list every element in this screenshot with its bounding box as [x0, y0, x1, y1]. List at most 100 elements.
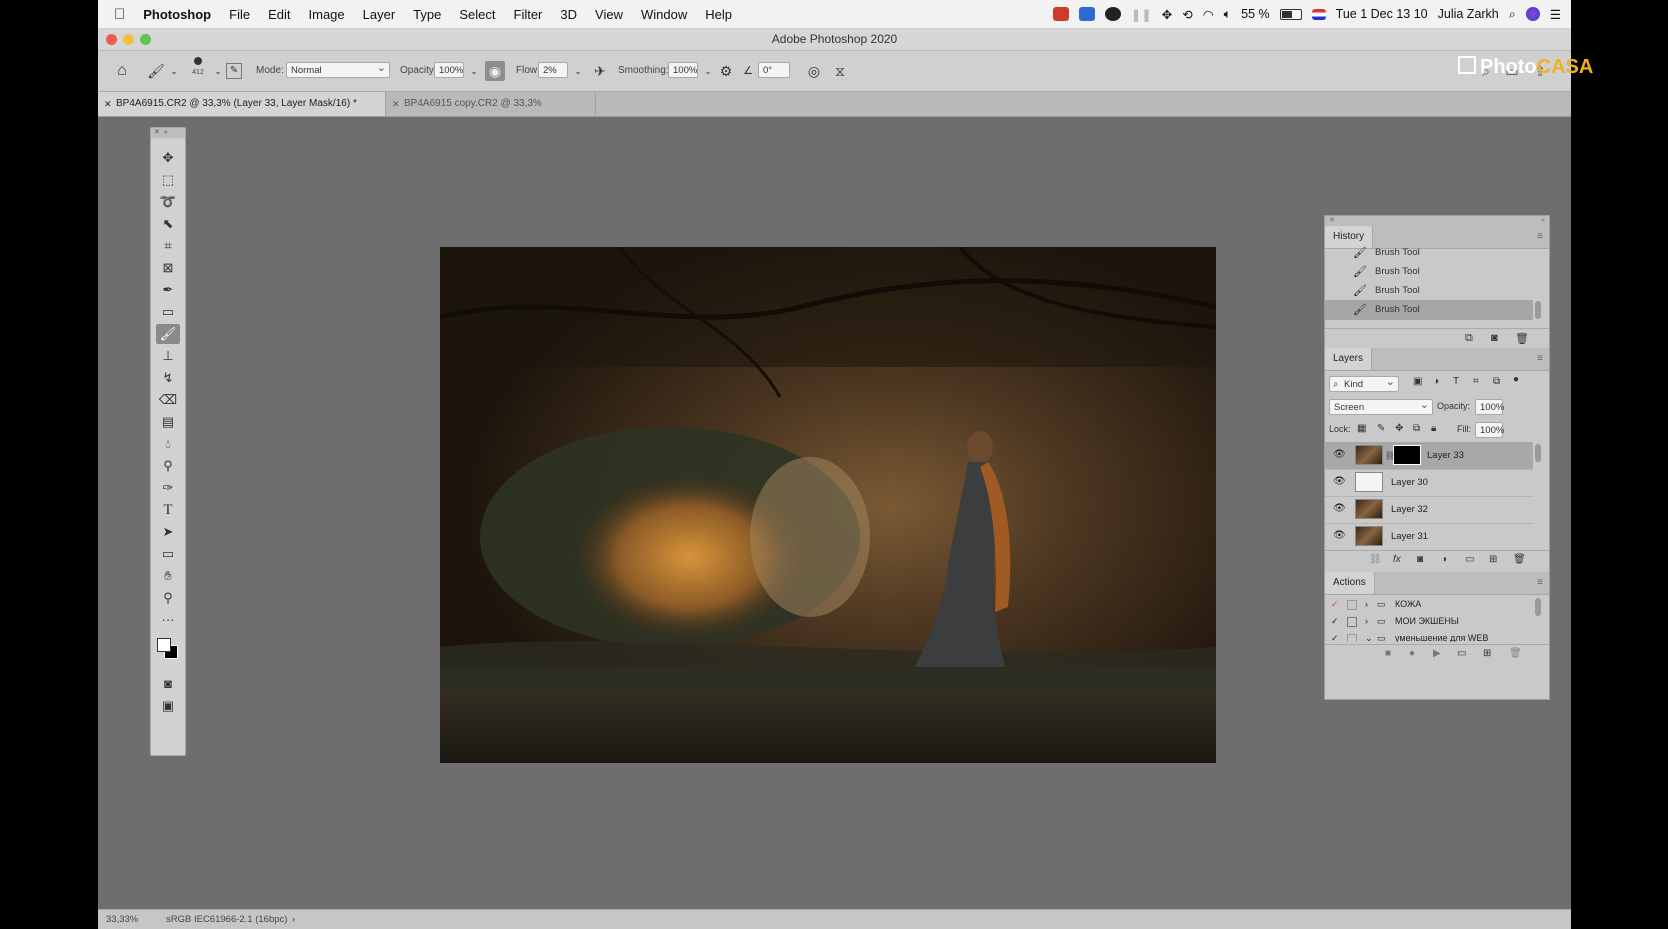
frame-tool-icon[interactable]: ⊠: [156, 258, 180, 278]
chevron-down-icon[interactable]: ⌄: [698, 61, 718, 81]
crop-tool-icon[interactable]: ⌗: [156, 236, 180, 256]
spotlight-search-icon[interactable]: ⌕: [1509, 7, 1516, 22]
zoom-level[interactable]: 33,33%: [106, 910, 138, 929]
close-tab-icon[interactable]: ✕: [392, 92, 400, 116]
stop-icon[interactable]: ■: [1385, 648, 1391, 659]
tab-actions[interactable]: Actions: [1325, 572, 1375, 594]
pressure-size-icon[interactable]: ◎: [804, 61, 824, 81]
gradient-tool-icon[interactable]: ▤: [156, 412, 180, 432]
tools-panel-header[interactable]: ✕ »: [151, 128, 185, 138]
screen-mode-icon[interactable]: ▣: [156, 696, 180, 716]
dodge-tool-icon[interactable]: ⚲: [156, 456, 180, 476]
history-item[interactable]: 🖌︎ Brush Tool: [1325, 281, 1533, 301]
action-set-row[interactable]: ✓ ⌄ ▭ уменьшение для WEB: [1325, 630, 1533, 642]
chevron-right-icon[interactable]: ›: [292, 910, 295, 929]
trash-icon[interactable]: 🗑︎: [1515, 332, 1529, 345]
lock-transparent-icon[interactable]: ▦: [1357, 423, 1366, 434]
status-app-icon[interactable]: [1052, 7, 1069, 21]
chevron-down-icon[interactable]: ⌄: [208, 61, 228, 81]
status-target-icon[interactable]: ✥: [1162, 7, 1172, 22]
more-tools-icon[interactable]: ···: [156, 610, 180, 630]
quick-select-tool-icon[interactable]: ⬉: [156, 214, 180, 234]
filter-pixel-icon[interactable]: ▣: [1413, 376, 1422, 387]
layer-mask-thumbnail[interactable]: [1393, 445, 1421, 465]
add-mask-icon[interactable]: ◙: [1417, 554, 1423, 565]
flow-field[interactable]: 2%: [538, 62, 568, 78]
symmetry-icon[interactable]: ⧖: [830, 61, 850, 81]
wifi-icon[interactable]: ◠: [1203, 7, 1214, 22]
trash-icon[interactable]: 🗑︎: [1513, 554, 1526, 565]
pressure-opacity-icon[interactable]: ◉: [485, 61, 505, 81]
blur-tool-icon[interactable]: 💧︎: [156, 434, 180, 454]
menu-3d[interactable]: 3D: [560, 7, 577, 22]
chevron-down-icon[interactable]: ⌄: [464, 61, 484, 81]
dialog-toggle-icon[interactable]: [1347, 600, 1357, 610]
chevron-down-icon[interactable]: ⌄: [568, 61, 588, 81]
document-profile[interactable]: sRGB IEC61966-2.1 (16bpc): [166, 910, 287, 929]
dialog-toggle-icon[interactable]: [1347, 617, 1357, 627]
new-layer-icon[interactable]: ⊞: [1489, 554, 1497, 565]
history-scrollbar[interactable]: [1535, 301, 1541, 319]
quick-mask-icon[interactable]: ◙: [156, 674, 180, 694]
apple-icon[interactable]: : [114, 6, 125, 23]
history-item-selected[interactable]: 🖌︎ Brush Tool: [1325, 300, 1533, 320]
marquee-tool-icon[interactable]: ⬚: [156, 170, 180, 190]
close-tab-icon[interactable]: ✕: [104, 92, 112, 116]
brush-preset-icon[interactable]: 🖌︎: [146, 61, 166, 81]
minimize-window-button[interactable]: [123, 34, 134, 45]
history-brush-tool-icon[interactable]: ↯: [156, 368, 180, 388]
status-check-icon[interactable]: [1104, 7, 1121, 21]
new-group-icon[interactable]: ▭: [1465, 554, 1474, 565]
play-icon[interactable]: ▶: [1433, 648, 1441, 659]
menu-type[interactable]: Type: [413, 7, 441, 22]
input-source-flag-icon[interactable]: [1311, 8, 1326, 20]
opacity-field[interactable]: 100%: [434, 62, 464, 78]
new-document-from-state-icon[interactable]: ⧉: [1465, 332, 1473, 345]
siri-icon[interactable]: [1525, 7, 1540, 21]
check-icon[interactable]: ✓: [1331, 613, 1339, 630]
tab-layers[interactable]: Layers: [1325, 348, 1373, 370]
pen-tool-icon[interactable]: ✑: [156, 478, 180, 498]
menu-view[interactable]: View: [595, 7, 623, 22]
chevron-down-icon[interactable]: ⌄: [164, 61, 184, 81]
menu-edit[interactable]: Edit: [268, 7, 290, 22]
clone-stamp-tool-icon[interactable]: ⊥: [156, 346, 180, 366]
lock-artboard-icon[interactable]: ⧉: [1413, 423, 1420, 434]
battery-percent[interactable]: 55 %: [1241, 7, 1270, 21]
brush-size-picker[interactable]: 412: [190, 57, 206, 76]
volume-icon[interactable]: 🔈︎: [1224, 7, 1232, 22]
history-item[interactable]: 🖌︎ Brush Tool: [1325, 243, 1533, 263]
menu-layer[interactable]: Layer: [363, 7, 396, 22]
eye-icon[interactable]: 👁︎: [1333, 503, 1346, 514]
filter-type-icon[interactable]: T: [1453, 376, 1459, 387]
angle-field[interactable]: 0°: [758, 62, 790, 78]
airbrush-icon[interactable]: ✈︎: [590, 61, 610, 81]
tab-document-2[interactable]: ✕ BP4A6915 copy.CR2 @ 33,3% (RGB/16): [386, 92, 596, 133]
link-layers-icon[interactable]: ⛓︎: [1369, 554, 1382, 565]
panel-menu-icon[interactable]: ≡: [1537, 577, 1543, 588]
home-icon[interactable]: ⌂: [112, 61, 132, 81]
lock-position-icon[interactable]: ✥: [1395, 423, 1403, 434]
eyedropper-tool-icon[interactable]: ✒︎: [156, 280, 180, 300]
gear-icon[interactable]: ⚙︎: [716, 61, 736, 81]
layer-row-selected[interactable]: 👁︎ ⛓︎ Layer 33: [1325, 442, 1533, 470]
layer-row[interactable]: 👁︎ Layer 30: [1325, 469, 1533, 497]
panel-menu-icon[interactable]: ≡: [1537, 231, 1543, 242]
notification-center-icon[interactable]: ☰: [1550, 7, 1561, 22]
check-icon[interactable]: ✓: [1331, 596, 1339, 613]
action-set-row[interactable]: ✓ › ▭ МОИ ЭКШЕНЫ: [1325, 613, 1533, 630]
trash-icon[interactable]: 🗑︎: [1509, 648, 1522, 659]
document-photo[interactable]: [440, 247, 1216, 763]
fx-icon[interactable]: fx: [1393, 554, 1401, 565]
camera-snapshot-icon[interactable]: ◙: [1491, 332, 1498, 344]
menu-window[interactable]: Window: [641, 7, 687, 22]
mode-select[interactable]: Normal: [286, 60, 390, 78]
lock-pixels-icon[interactable]: ✎: [1377, 423, 1385, 434]
chevron-right-icon[interactable]: ›: [1365, 613, 1368, 630]
status-pause-icon[interactable]: ❚❚: [1131, 7, 1152, 22]
filter-toggle-icon[interactable]: ●: [1513, 374, 1519, 385]
check-icon[interactable]: ✓: [1331, 630, 1339, 642]
zoom-window-button[interactable]: [140, 34, 151, 45]
menu-help[interactable]: Help: [705, 7, 732, 22]
filter-smart-object-icon[interactable]: ⧉: [1493, 376, 1500, 387]
